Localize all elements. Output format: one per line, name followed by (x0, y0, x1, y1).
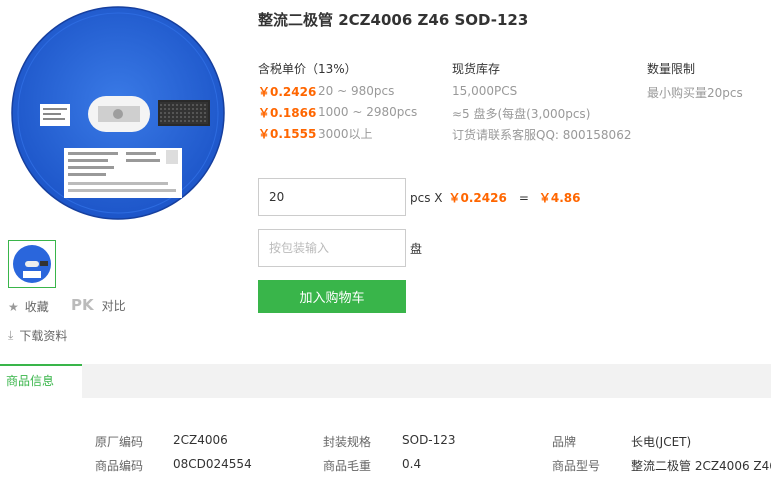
compare-action[interactable]: PK 对比 (15, 296, 126, 314)
tier-range: 3000以上 (318, 126, 373, 141)
info-value: SOD-123 (402, 433, 456, 447)
reel-thumbnail-icon (13, 245, 51, 283)
tier-range: 20 ~ 980pcs (318, 84, 395, 98)
info-label: 封装规格 (323, 435, 372, 449)
compare-label: 对比 (101, 298, 126, 313)
info-value: 长电(JCET) (631, 435, 692, 449)
unit-price: ￥0.2426 (448, 191, 507, 205)
stock-contact: 订货请联系客服QQ: 800158062 (452, 128, 632, 142)
tier-range: 1000 ~ 2980pcs (318, 105, 418, 119)
tab-product-info[interactable]: 商品信息 (0, 364, 82, 398)
download-action[interactable]: ⤓ 下载资料 (8, 327, 67, 344)
add-to-cart-button[interactable]: 加入购物车 (258, 280, 406, 313)
info-value: 2CZ4006 (173, 433, 228, 447)
pk-icon: PK (71, 296, 94, 314)
quantity-input[interactable] (258, 178, 406, 216)
product-main-image (8, 0, 228, 225)
info-label: 品牌 (552, 435, 577, 449)
pack-quantity-input[interactable] (258, 229, 406, 267)
thumbnail-reel[interactable] (8, 240, 56, 288)
total-price: ￥4.86 (538, 191, 581, 205)
price-calculation: pcs X ￥0.2426 = ￥4.86 (410, 189, 581, 206)
unit-label: pcs X (410, 190, 443, 205)
info-value: 整流二极管 2CZ4006 Z46... (631, 459, 771, 473)
price-tier: ￥0.1866 1000 ~ 2980pcs (258, 103, 417, 121)
stock-quantity: 15,000PCS (452, 84, 518, 98)
price-header: 含税单价（13%） (258, 62, 357, 76)
pack-unit-label: 盘 (410, 242, 423, 256)
tab-bar (0, 364, 771, 398)
price-tier: ￥0.2426 20 ~ 980pcs (258, 82, 394, 100)
info-label: 原厂编码 (95, 435, 144, 449)
tier-price: ￥0.2426 (258, 84, 317, 99)
tier-price: ￥0.1866 (258, 105, 317, 120)
download-icon: ⤓ (8, 328, 14, 342)
limit-header: 数量限制 (647, 62, 696, 76)
equals-sign: = (518, 190, 529, 205)
info-label: 商品型号 (552, 459, 601, 473)
info-label: 商品毛重 (323, 459, 372, 473)
tier-price: ￥0.1555 (258, 126, 317, 141)
info-label: 商品编码 (95, 459, 144, 473)
info-value: 08CD024554 (173, 457, 252, 471)
stock-header: 现货库存 (452, 62, 501, 76)
download-label: 下载资料 (19, 329, 68, 343)
stock-reels: ≈5 盘多(每盘(3,000pcs) (452, 107, 591, 121)
info-value: 0.4 (402, 457, 422, 471)
price-tier: ￥0.1555 3000以上 (258, 124, 373, 142)
purchase-limit: 最小购买量20pcs (647, 86, 743, 100)
product-title: 整流二极管 2CZ4006 Z46 SOD-123 (258, 11, 529, 29)
